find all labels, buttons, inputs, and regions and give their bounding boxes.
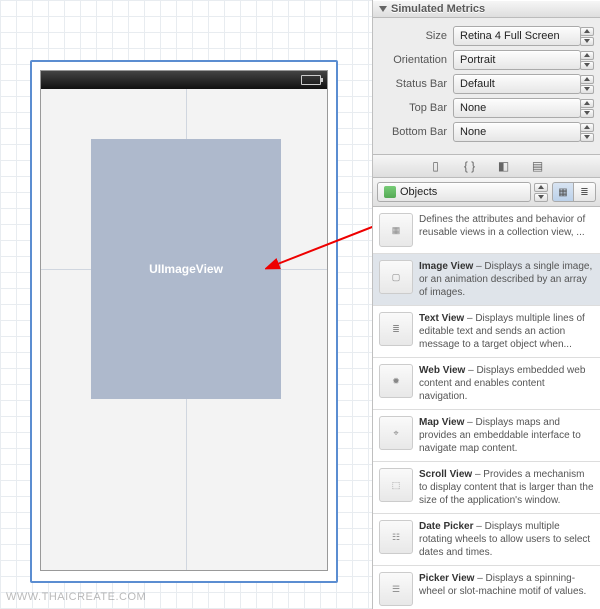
- library-tabbar: ▯ { } ◧ ▤: [373, 155, 600, 178]
- uiimageview-placeholder[interactable]: UIImageView: [91, 139, 281, 399]
- library-item-text: Image View – Displays a single image, or…: [419, 260, 594, 299]
- size-label: Size: [379, 30, 453, 42]
- placeholder-label: UIImageView: [149, 262, 223, 276]
- library-item-icon: ☰: [379, 572, 413, 606]
- orientation-select[interactable]: Portrait: [453, 50, 581, 70]
- media-tab-icon[interactable]: ▤: [528, 158, 548, 174]
- grid-view-button[interactable]: ▦: [552, 182, 574, 202]
- library-item-text: Web View – Displays embedded web content…: [419, 364, 594, 403]
- library-item[interactable]: ✹Web View – Displays embedded web conten…: [373, 358, 600, 410]
- library-item-icon: ⌖: [379, 416, 413, 450]
- library-item-text: Picker View – Displays a spinning-wheel …: [419, 572, 594, 606]
- device-frame[interactable]: UIImageView: [30, 60, 338, 583]
- statusbar-select[interactable]: Default: [453, 74, 581, 94]
- library-list[interactable]: ▦Defines the attributes and behavior of …: [373, 207, 600, 609]
- library-item[interactable]: ⬚Scroll View – Provides a mechanism to d…: [373, 462, 600, 514]
- objects-icon: [384, 186, 396, 198]
- bottombar-stepper[interactable]: [580, 123, 594, 142]
- library-item-icon: ✹: [379, 364, 413, 398]
- library-item-icon: ⬚: [379, 468, 413, 502]
- library-item-icon: ▢: [379, 260, 413, 294]
- section-title: Simulated Metrics: [391, 3, 485, 15]
- list-view-button[interactable]: ≣: [574, 182, 596, 202]
- library-item-icon: ▦: [379, 213, 413, 247]
- orientation-label: Orientation: [379, 54, 453, 66]
- library-item[interactable]: ▦Defines the attributes and behavior of …: [373, 207, 600, 254]
- root-view[interactable]: UIImageView: [41, 89, 327, 570]
- file-template-tab-icon[interactable]: ▯: [426, 158, 446, 174]
- orientation-stepper[interactable]: [580, 51, 594, 70]
- library-filter-stepper[interactable]: [534, 183, 548, 202]
- disclosure-triangle-icon: [379, 6, 387, 12]
- watermark: WWW.THAICREATE.COM: [6, 591, 146, 603]
- library-header: Objects ▦ ≣: [373, 178, 600, 207]
- topbar-stepper[interactable]: [580, 99, 594, 118]
- battery-icon: [301, 75, 321, 85]
- library-item-text: Map View – Displays maps and provides an…: [419, 416, 594, 455]
- library-item[interactable]: ☷Date Picker – Displays multiple rotatin…: [373, 514, 600, 566]
- library-item[interactable]: ☰Picker View – Displays a spinning-wheel…: [373, 566, 600, 609]
- bottombar-label: Bottom Bar: [379, 126, 453, 138]
- device-screen: UIImageView: [40, 70, 328, 571]
- simulated-metrics-body: Size Retina 4 Full Screen Orientation Po…: [373, 18, 600, 155]
- library-item-text: Scroll View – Provides a mechanism to di…: [419, 468, 594, 507]
- library-filter-select[interactable]: Objects: [377, 182, 531, 202]
- library-item-icon: ☷: [379, 520, 413, 554]
- library-item[interactable]: ⌖Map View – Displays maps and provides a…: [373, 410, 600, 462]
- library-item-text: Date Picker – Displays multiple rotating…: [419, 520, 594, 559]
- inspector-panel: Simulated Metrics Size Retina 4 Full Scr…: [372, 0, 600, 609]
- library-item[interactable]: ▢Image View – Displays a single image, o…: [373, 254, 600, 306]
- simulated-metrics-header[interactable]: Simulated Metrics: [373, 0, 600, 18]
- library-item[interactable]: ≣Text View – Displays multiple lines of …: [373, 306, 600, 358]
- bottombar-select[interactable]: None: [453, 122, 581, 142]
- library-item-text: Defines the attributes and behavior of r…: [419, 213, 594, 247]
- size-stepper[interactable]: [580, 27, 594, 46]
- object-tab-icon[interactable]: ◧: [494, 158, 514, 174]
- size-select[interactable]: Retina 4 Full Screen: [453, 26, 581, 46]
- status-bar: [41, 71, 327, 89]
- code-snippet-tab-icon[interactable]: { }: [460, 158, 480, 174]
- library-item-text: Text View – Displays multiple lines of e…: [419, 312, 594, 351]
- statusbar-stepper[interactable]: [580, 75, 594, 94]
- statusbar-label: Status Bar: [379, 78, 453, 90]
- library-item-icon: ≣: [379, 312, 413, 346]
- ib-canvas[interactable]: UIImageView: [0, 0, 372, 609]
- library-view-mode: ▦ ≣: [552, 182, 596, 202]
- topbar-select[interactable]: None: [453, 98, 581, 118]
- topbar-label: Top Bar: [379, 102, 453, 114]
